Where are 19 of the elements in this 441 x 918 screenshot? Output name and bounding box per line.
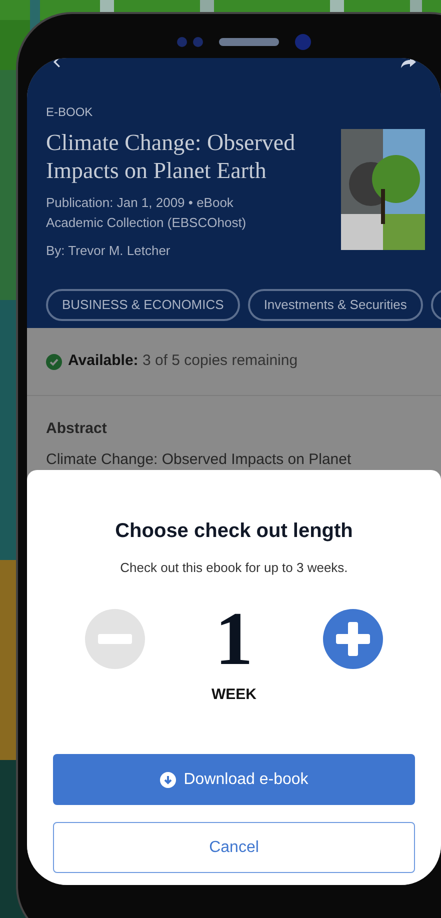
dialog-subtitle: Check out this ebook for up to 3 weeks. bbox=[120, 559, 348, 577]
abstract-text: Climate Change: Observed Impacts on Planet bbox=[46, 450, 352, 468]
publication-info: Publication: Jan 1, 2009 • eBook bbox=[46, 194, 234, 212]
plus-icon bbox=[336, 622, 370, 656]
week-unit: WEEK bbox=[212, 684, 256, 704]
format-label: E-BOOK bbox=[46, 104, 94, 121]
subject-chip[interactable]: Investments & Securities bbox=[248, 288, 423, 320]
download-button[interactable]: Download e-book bbox=[53, 754, 415, 805]
abstract-heading: Abstract bbox=[46, 419, 108, 439]
dialog-title: Choose check out length bbox=[115, 519, 353, 544]
author-name: By: Trevor M. Letcher bbox=[46, 242, 172, 260]
collection-name: Academic Collection (EBSCOhost) bbox=[46, 214, 248, 232]
minus-icon bbox=[98, 634, 132, 644]
book-title: Climate Change: Observed Impacts on Planet Earth bbox=[46, 129, 296, 185]
download-icon bbox=[160, 772, 176, 788]
cancel-button[interactable]: Cancel bbox=[53, 822, 415, 873]
availability-status: Available: 3 of 5 copies remaining bbox=[68, 351, 298, 372]
week-count: 1 bbox=[215, 604, 253, 674]
subject-chip[interactable]: BUSINESS & ECONOMICS bbox=[46, 288, 240, 320]
